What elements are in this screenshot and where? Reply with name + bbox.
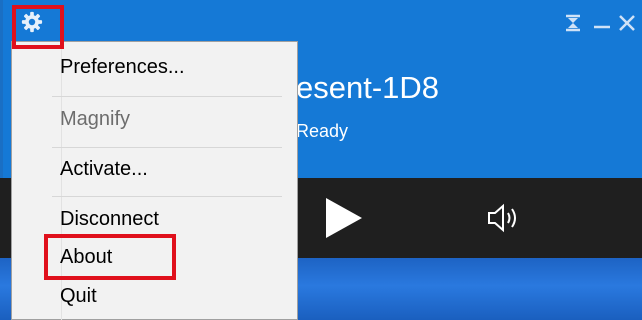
close-icon <box>619 15 635 31</box>
volume-button[interactable] <box>486 201 522 235</box>
menu-item-magnify: Magnify <box>60 108 131 130</box>
menu-item-about[interactable]: About <box>60 246 112 269</box>
minimize-button[interactable] <box>591 12 613 34</box>
device-name: esent-1D8 <box>296 70 440 105</box>
close-button[interactable] <box>616 12 638 34</box>
menu-separator <box>52 96 282 97</box>
menu-item-quit[interactable]: Quit <box>60 285 97 308</box>
title-bar <box>0 0 642 44</box>
play-button[interactable] <box>322 196 366 240</box>
menu-separator <box>52 196 282 197</box>
minimize-icon <box>594 25 610 29</box>
menu-separator <box>52 147 282 148</box>
settings-button[interactable] <box>20 10 44 34</box>
pin-button[interactable] <box>562 12 584 34</box>
play-icon <box>326 198 362 238</box>
gear-icon <box>21 11 43 33</box>
menu-item-disconnect[interactable]: Disconnect <box>60 208 159 231</box>
settings-menu <box>11 41 298 320</box>
menu-item-preferences[interactable]: Preferences... <box>60 56 185 79</box>
menu-gutter <box>61 43 62 320</box>
menu-item-activate[interactable]: Activate... <box>60 158 148 181</box>
pin-icon <box>566 14 580 32</box>
speaker-icon <box>488 203 516 233</box>
device-status: Ready <box>296 121 349 141</box>
